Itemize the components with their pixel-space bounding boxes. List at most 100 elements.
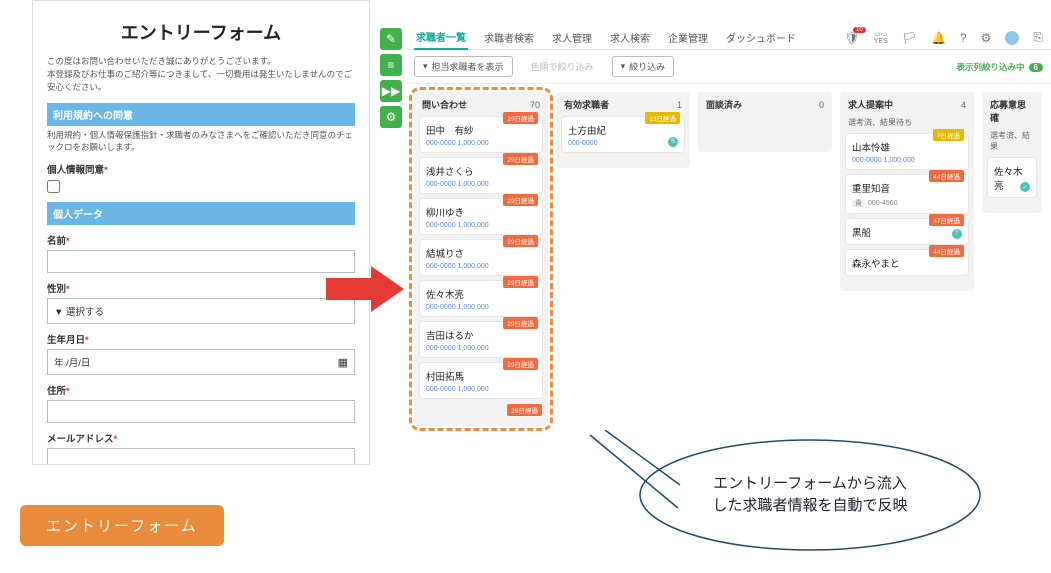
logout-icon[interactable]: ⎘ [1033, 30, 1043, 45]
column-title: 面談済み [706, 98, 742, 111]
label-birth: 生年月日* [47, 332, 355, 346]
seeker-card[interactable]: 29日経過浅井さくら000-0000 1,000,000 [420, 158, 542, 193]
column-title: 有効求職者 [564, 98, 609, 111]
kanban-column: 有効求職者113日経過土方由紀000-0000S [556, 92, 690, 168]
days-tag: 44日経過 [929, 245, 964, 257]
days-tag: 44日経過 [929, 170, 964, 182]
card-name: 森永やまと [852, 256, 962, 270]
card-name: 浅井さくら [426, 164, 536, 178]
column-count: 70 [530, 100, 540, 110]
seeker-card[interactable]: 29日経過村田拓馬000-0000 1,000,000 [420, 363, 542, 398]
days-tag: 29日経過 [503, 235, 538, 247]
column-filter-count: 6 [1029, 63, 1043, 72]
tab-company[interactable]: 企業管理 [666, 26, 710, 49]
label-name: 名前* [47, 233, 355, 247]
chevron-down-icon: ▾ [621, 61, 626, 72]
days-tag: 29日経過 [503, 276, 538, 288]
dock-settings-button[interactable]: ⚙ [380, 106, 402, 128]
filter-narrow-button[interactable]: ▾ 絞り込み [612, 56, 675, 77]
seeker-card[interactable]: 29日経過柳川ゆき000-0000 1,000,000 [420, 199, 542, 234]
seeker-card[interactable]: 44日経過森永やまと [846, 250, 968, 275]
seeker-card[interactable]: 佐々木亮✓ [988, 158, 1036, 197]
seeker-card[interactable]: 29日経過田中 有紗000-0000 1,000,000 [420, 117, 542, 152]
column-header: 求人提案中 4 [846, 98, 968, 117]
filter-bar: ▾ 担当求職者を表示 色順で絞り込み ▾ 絞り込み 表示列絞り込み中6 [406, 50, 1051, 84]
avatar[interactable] [1005, 31, 1019, 45]
section-consent-desc: 利用規約・個人情報保護指針・求職者のみなさまへをご確認いただき同意のチェックロを… [47, 130, 355, 154]
kanban-column: 求人提案中4選考済、結果待ち7日経過山本怜雄000-0000 1,000,000… [840, 92, 974, 291]
callout-line-1: エントリーフォームから流入 [713, 475, 907, 492]
input-name[interactable] [47, 250, 355, 273]
card-meta: 000-0000 1,000,000 [426, 345, 536, 352]
dock-play-button[interactable]: ▶▶ [380, 80, 402, 102]
card-name: 土方由紀 [568, 123, 678, 137]
consent-label: 個人情報同意* [47, 162, 355, 176]
card-meta: 000-0000 1,000,000 [852, 157, 962, 164]
tab-seeker-search[interactable]: 求職者検索 [482, 26, 536, 49]
seeker-card[interactable]: 13日経過土方由紀000-0000S [562, 117, 684, 152]
seeker-card[interactable]: 29日経過佐々木亮000-0000 1,000,000 [420, 281, 542, 316]
label-address: 住所* [47, 383, 355, 397]
filter-color-disabled: 色順で絞り込み [523, 57, 602, 76]
days-tag: 29日経過 [507, 404, 542, 416]
settings-icon[interactable]: ⚙ [981, 31, 992, 45]
flag-icon[interactable]: 🏳 [902, 31, 917, 45]
column-subhead: 選考済、結果 [988, 130, 1036, 158]
seeker-card[interactable]: 47日経過黒船T [846, 219, 968, 244]
card-name: 柳川ゆき [426, 205, 536, 219]
column-count: 0 [819, 100, 824, 110]
tab-job-manage[interactable]: 求人管理 [550, 26, 594, 49]
assignee-dot: T [952, 229, 962, 239]
seeker-card[interactable]: 29日経過吉田はるか000-0000 1,000,000 [420, 322, 542, 357]
consent-checkbox[interactable] [47, 180, 60, 193]
column-title: 求人提案中 [848, 98, 893, 111]
card-name: 結城りさ [426, 246, 536, 260]
dock-menu-button[interactable]: ≡ [380, 54, 402, 76]
fastforward-icon: ▶▶ [382, 84, 400, 98]
days-tag: 29日経過 [503, 112, 538, 124]
seeker-card[interactable]: 7日経過山本怜雄000-0000 1,000,000 [846, 134, 968, 169]
input-email[interactable] [47, 448, 355, 465]
column-title: 応募意思確 [990, 98, 1034, 124]
column-count: 4 [961, 100, 966, 110]
filter-assignee-button[interactable]: ▾ 担当求職者を表示 [414, 56, 513, 77]
kanban-column: 応募意思確選考済、結果佐々木亮✓ [982, 92, 1042, 213]
entry-form-pill[interactable]: エントリーフォーム [20, 505, 224, 546]
alert-badge: 10 [853, 27, 866, 33]
dock-edit-button[interactable]: ✎ [380, 28, 402, 50]
column-filter-status[interactable]: 表示列絞り込み中6 [957, 61, 1043, 73]
tab-dashboard[interactable]: ダッシュボード [724, 26, 798, 49]
card-name: 田中 有紗 [426, 123, 536, 137]
pencil-icon: ✎ [386, 32, 396, 46]
days-tag: 47日経過 [929, 214, 964, 226]
chevron-down-icon: ▾ [423, 61, 428, 72]
menu-icon: ≡ [387, 58, 394, 72]
yes-icon[interactable]: ▭▭YES [874, 31, 888, 45]
side-dock: ✎ ≡ ▶▶ ⚙ [380, 28, 402, 128]
top-nav: 求職者一覧 求職者検索 求人管理 求人検索 企業管理 ダッシュボード 🛡10 ▭… [406, 26, 1051, 50]
card-meta: 000-0000 1,000,000 [426, 222, 536, 229]
input-birth[interactable]: 年 /月/日 ▦ [47, 349, 355, 375]
flow-arrow-icon [326, 264, 406, 314]
card-meta: 000-0000 [568, 140, 678, 147]
tab-seeker-list[interactable]: 求職者一覧 [414, 25, 468, 50]
card-name: 山本怜雄 [852, 140, 962, 154]
kanban-app: 求職者一覧 求職者検索 求人管理 求人検索 企業管理 ダッシュボード 🛡10 ▭… [406, 26, 1051, 434]
entry-form-panel: エントリーフォーム この度はお問い合わせいただき誠にありがとうございます。 本登… [32, 0, 370, 465]
seeker-card[interactable]: 29日経過結城りさ000-0000 1,000,000 [420, 240, 542, 275]
help-icon[interactable]: ? [960, 31, 967, 45]
kanban-column: 問い合わせ7029日経過田中 有紗000-0000 1,000,00029日経過… [414, 92, 548, 426]
form-title: エントリーフォーム [47, 19, 355, 45]
days-tag: 29日経過 [503, 317, 538, 329]
shield-icon[interactable]: 🛡10 [845, 31, 860, 45]
card-meta: 000-0000 1,000,000 [426, 181, 536, 188]
birth-placeholder: 年 /月/日 [54, 355, 90, 369]
bell-icon[interactable]: 🔔 [931, 31, 946, 45]
input-address[interactable] [47, 400, 355, 423]
card-sub: 貴000-4560 [852, 198, 962, 208]
seeker-card[interactable]: 44日経過重里知音貴000-4560 [846, 175, 968, 213]
form-intro: この度はお問い合わせいただき誠にありがとうございます。 本登録及びお仕事のご紹介… [47, 55, 355, 93]
card-name: 黒船 [852, 225, 962, 239]
tab-job-search[interactable]: 求人検索 [608, 26, 652, 49]
select-gender[interactable]: ▼ 選択する [47, 298, 355, 324]
